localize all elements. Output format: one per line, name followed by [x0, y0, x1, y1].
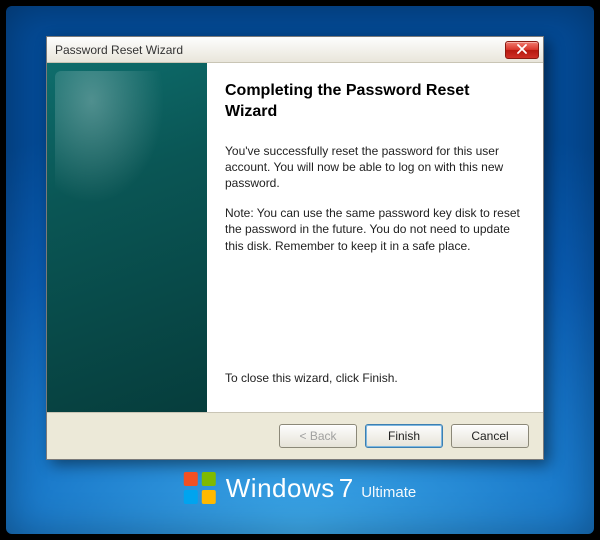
spacer — [225, 268, 523, 362]
wizard-main-panel: Completing the Password Reset Wizard You… — [207, 63, 543, 412]
windows-flag-icon — [184, 472, 216, 504]
wizard-side-graphic — [47, 63, 207, 412]
cancel-button[interactable]: Cancel — [451, 424, 529, 448]
close-icon — [517, 43, 527, 57]
back-button: < Back — [279, 424, 357, 448]
brand-text: Windows — [226, 473, 335, 504]
windows7-logo: Windows 7 Ultimate — [184, 472, 416, 504]
password-reset-wizard-window: Password Reset Wizard Completing the Pas… — [46, 36, 544, 460]
finish-button[interactable]: Finish — [365, 424, 443, 448]
wizard-body-2: Note: You can use the same password key … — [225, 205, 523, 254]
close-button[interactable] — [505, 41, 539, 59]
wizard-heading: Completing the Password Reset Wizard — [225, 81, 523, 123]
desktop-background: Password Reset Wizard Completing the Pas… — [6, 6, 594, 534]
edition-text: Ultimate — [361, 484, 416, 501]
wizard-close-instruction: To close this wizard, click Finish. — [225, 370, 523, 386]
titlebar[interactable]: Password Reset Wizard — [47, 37, 543, 63]
version-text: 7 — [339, 473, 353, 504]
wizard-content: Completing the Password Reset Wizard You… — [47, 63, 543, 412]
window-title: Password Reset Wizard — [55, 43, 183, 57]
wizard-button-bar: < Back Finish Cancel — [47, 413, 543, 459]
wizard-body-1: You've successfully reset the password f… — [225, 143, 523, 192]
